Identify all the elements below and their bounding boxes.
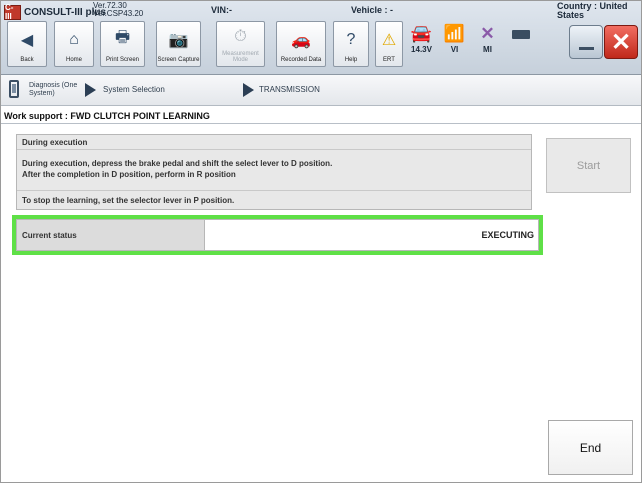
close-button[interactable]: ✕ (604, 25, 638, 59)
toolbar-button-label: Home (65, 57, 82, 63)
camera-icon: 📷 (168, 31, 189, 49)
breadcrumb-diagnosis[interactable]: Diagnosis (One System) (29, 82, 81, 98)
info-divider (17, 149, 531, 150)
toolbar-button-label: Measurement Mode (222, 51, 259, 63)
home-button[interactable]: ⌂ Home (54, 21, 94, 67)
back-arrow-icon: ◀ (20, 31, 34, 49)
info-divider (17, 190, 531, 191)
app-logo-icon: C-III (4, 3, 21, 21)
home-icon: ⌂ (69, 30, 79, 48)
ert-button[interactable]: ⚠ ERT (375, 21, 403, 67)
battery-indicator (504, 23, 537, 45)
close-icon: ✕ (610, 28, 632, 56)
end-button[interactable]: End (548, 420, 633, 475)
vin-label: VIN:- (211, 5, 232, 15)
vi-status: 📶 VI (438, 23, 471, 54)
info-title: During execution (22, 138, 88, 147)
warning-icon: ⚠ (381, 31, 397, 49)
toolbar-button-label: Screen Capture (157, 57, 200, 63)
mi-label: MI (483, 45, 492, 54)
print-icon: 🖶 (114, 29, 131, 46)
breadcrumb-arrow-icon (85, 83, 96, 97)
mi-disconnected-icon: ✕ (480, 24, 495, 43)
recorded-data-icon: 🚗 (291, 31, 311, 49)
status-icons: 🚘 14.3V 📶 VI ✕ MI (405, 23, 537, 67)
car-battery-icon: 🚘 (410, 24, 433, 43)
title-divider (1, 123, 641, 124)
breadcrumb-system-selection[interactable]: System Selection (103, 85, 165, 94)
toolbar-button-label: Recorded Data (280, 57, 322, 63)
diagnosis-device-icon (9, 80, 19, 98)
app-window: C-III CONSULT-III plus Ver.72.30 Ver.CSP… (0, 0, 642, 483)
page-title: Work support : FWD CLUTCH POINT LEARNING (4, 111, 210, 121)
status-highlight-box (12, 215, 543, 255)
breadcrumb-transmission[interactable]: TRANSMISSION (259, 85, 320, 94)
info-line-3: To stop the learning, set the selector l… (22, 196, 235, 205)
meter-icon: ⏱ (234, 27, 247, 45)
breadcrumb-arrow-icon (243, 83, 254, 97)
minimize-button[interactable] (569, 25, 603, 59)
version-line-2: Ver.CSP43.20 (93, 9, 144, 18)
app-title-area: C-III CONSULT-III plus (4, 3, 106, 21)
info-line-1: During execution, depress the brake peda… (22, 159, 333, 168)
version-info: Ver.72.30 Ver.CSP43.20 (93, 2, 143, 18)
screen-capture-button[interactable]: 📷 Screen Capture (156, 21, 201, 67)
minimize-icon (579, 47, 594, 50)
battery-voltage: 14.3V (411, 45, 432, 54)
toolbar-button-label: ERT (383, 57, 395, 63)
back-button[interactable]: ◀ Back (7, 21, 47, 67)
help-button[interactable]: ? Help (333, 21, 369, 67)
info-line-2: After the completion in D position, perf… (22, 170, 236, 179)
breadcrumb: Diagnosis (One System) System Selection … (1, 75, 641, 106)
top-toolbar: C-III CONSULT-III plus Ver.72.30 Ver.CSP… (1, 1, 641, 75)
country-label: Country : United States (557, 1, 628, 20)
start-button[interactable]: Start (546, 138, 631, 193)
battery-status: 🚘 14.3V (405, 23, 438, 54)
mi-status: ✕ MI (471, 23, 504, 54)
vehicle-label: Vehicle : - (351, 5, 394, 15)
toolbar-button-label: Help (344, 57, 358, 63)
recorded-data-button[interactable]: 🚗 Recorded Data (276, 21, 326, 67)
battery-icon (511, 23, 530, 45)
toolbar-button-label: Back (20, 57, 34, 63)
signal-icon: 📶 (443, 24, 466, 43)
print-screen-button[interactable]: 🖶 Print Screen (100, 21, 145, 67)
help-icon: ? (346, 30, 356, 48)
toolbar-button-label: Print Screen (105, 57, 139, 63)
vi-label: VI (450, 45, 459, 54)
info-box: During execution During execution, depre… (16, 134, 532, 210)
measurement-mode-button[interactable]: ⏱ Measurement Mode (216, 21, 265, 67)
